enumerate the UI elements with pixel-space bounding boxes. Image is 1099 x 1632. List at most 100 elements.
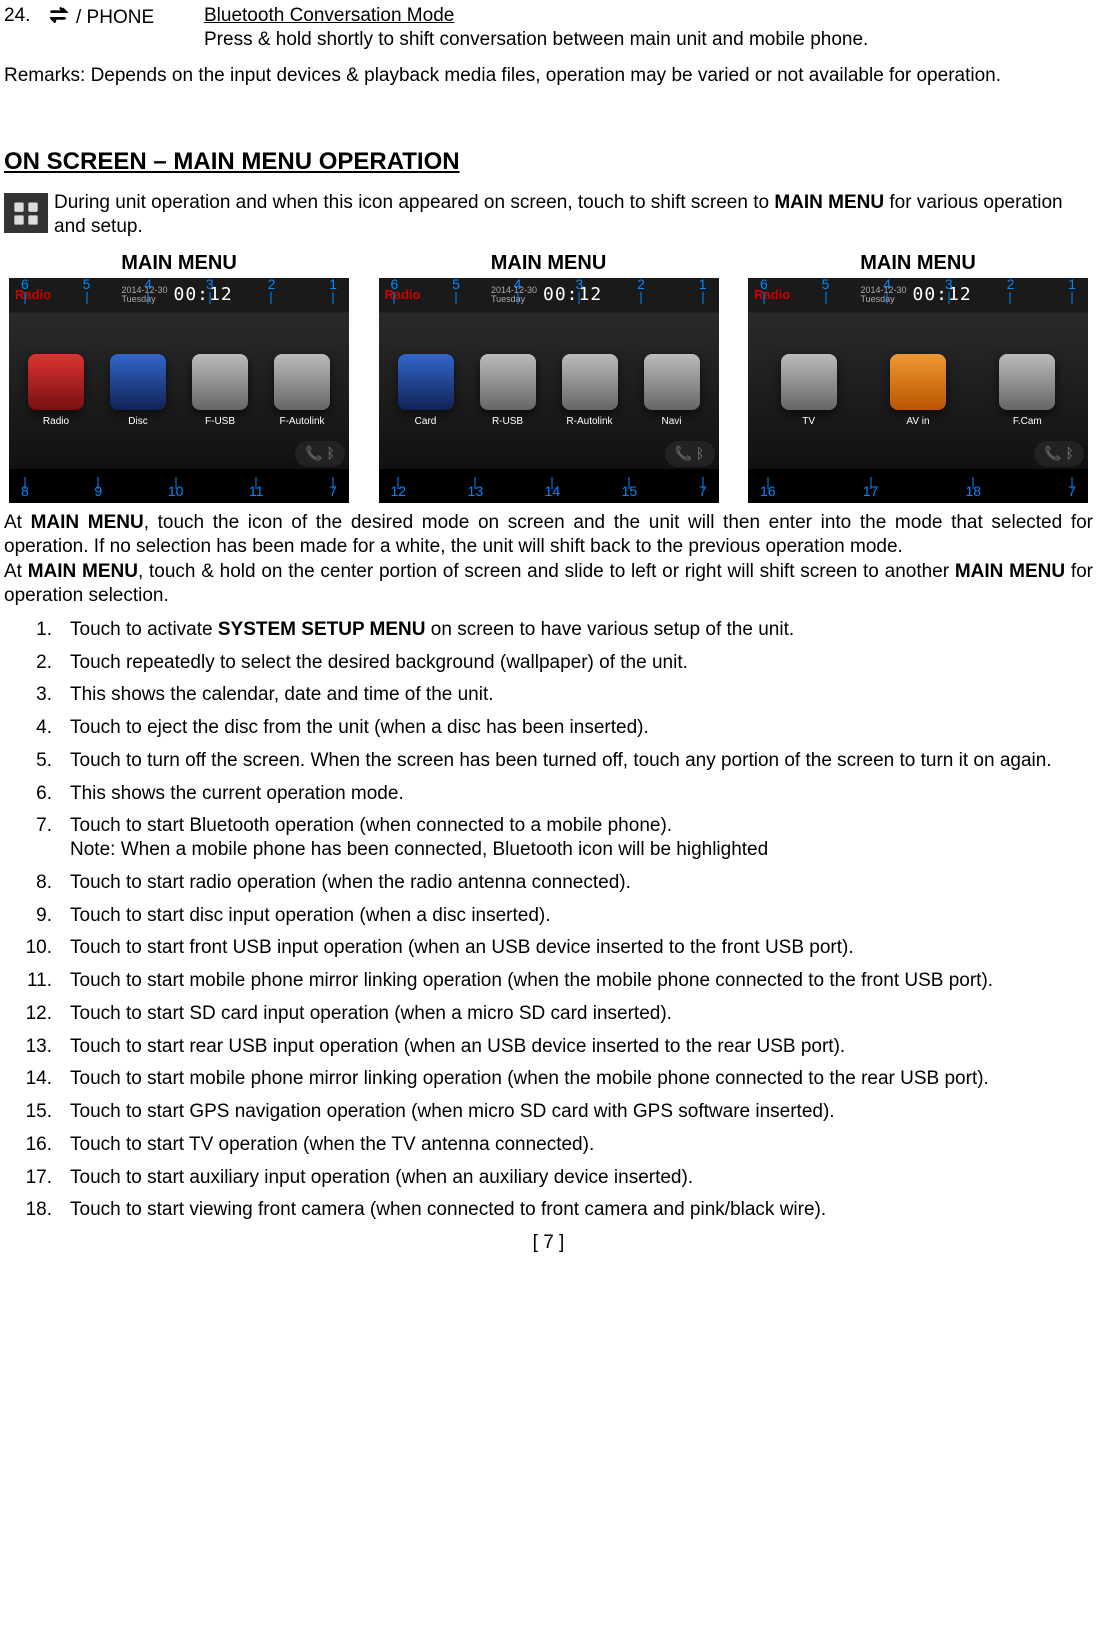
- list-text: Touch repeatedly to select the desired b…: [70, 651, 1093, 675]
- tile-label: Navi: [637, 416, 707, 429]
- callout-number: 10: [168, 483, 184, 505]
- app-tile[interactable]: R-Autolink: [555, 354, 625, 429]
- app-tile[interactable]: Card: [391, 354, 461, 429]
- list-text: Touch to turn off the screen. When the s…: [70, 749, 1093, 773]
- mm-intro-row: During unit operation and when this icon…: [4, 191, 1093, 239]
- tile-label: TV: [774, 416, 844, 429]
- list-item: 1.Touch to activate SYSTEM SETUP MENU on…: [4, 618, 1093, 642]
- list-text: Touch to start front USB input operation…: [70, 936, 1093, 960]
- p2bold2: MAIN MENU: [955, 561, 1065, 582]
- callout-number: 13: [468, 483, 484, 505]
- screenshot-3: 654321 Radio 2014-12-30Tuesday 00:12 TVA…: [748, 278, 1088, 503]
- list-item: 3.This shows the calendar, date and time…: [4, 683, 1093, 707]
- item-number: 24.: [4, 4, 46, 28]
- tile-icon: [110, 354, 166, 410]
- list-text: Touch to start mobile phone mirror linki…: [70, 969, 1093, 993]
- list-item: 7.Touch to start Bluetooth operation (wh…: [4, 814, 1093, 862]
- s3-topbar: Radio 2014-12-30Tuesday 00:12: [748, 278, 1088, 313]
- item-desc: Bluetooth Conversation Mode Press & hold…: [204, 4, 1093, 52]
- list-number: 18.: [4, 1198, 70, 1222]
- callout-number: 16: [760, 483, 776, 505]
- clock-label: 00:12: [912, 284, 971, 307]
- screenshot-3-label: MAIN MENU: [743, 251, 1093, 276]
- clock-label: 00:12: [173, 284, 232, 307]
- tile-icon: [274, 354, 330, 410]
- list-number: 3.: [4, 683, 70, 707]
- app-tile[interactable]: AV in: [883, 354, 953, 429]
- mode-label: Radio: [15, 287, 51, 303]
- app-tile[interactable]: TV: [774, 354, 844, 429]
- tile-icon: [999, 354, 1055, 410]
- para-2: At MAIN MENU, touch & hold on the center…: [4, 560, 1093, 608]
- item-24-row: 24. / PHONE Bluetooth Conversation Mode …: [4, 4, 1093, 52]
- date-label: 2014-12-30Tuesday: [860, 286, 906, 304]
- bt-phone-bar: 📞 ᛒ: [1034, 441, 1084, 467]
- tile-icon: [644, 354, 700, 410]
- screenshot-2-label: MAIN MENU: [374, 251, 724, 276]
- list-number: 15.: [4, 1100, 70, 1124]
- numbered-list: 1.Touch to activate SYSTEM SETUP MENU on…: [4, 618, 1093, 1222]
- bt-mode-title: Bluetooth Conversation Mode: [204, 5, 454, 26]
- list-item: 12.Touch to start SD card input operatio…: [4, 1002, 1093, 1026]
- app-tile[interactable]: F.Cam: [992, 354, 1062, 429]
- app-tile[interactable]: R-USB: [473, 354, 543, 429]
- phone-label: / PHONE: [76, 6, 154, 30]
- list-item: 13.Touch to start rear USB input operati…: [4, 1035, 1093, 1059]
- app-tile[interactable]: F-Autolink: [267, 354, 337, 429]
- swap-arrows-icon: [46, 4, 72, 32]
- s1-callouts-bot: 8910117: [9, 483, 349, 505]
- tile-label: R-USB: [473, 416, 543, 429]
- list-number: 13.: [4, 1035, 70, 1059]
- list-text: This shows the calendar, date and time o…: [70, 683, 1093, 707]
- tile-icon: [562, 354, 618, 410]
- screenshots-row: MAIN MENU 654321 Radio 2014-12-30Tuesday…: [4, 251, 1093, 503]
- list-number: 2.: [4, 651, 70, 675]
- list-text: Touch to start viewing front camera (whe…: [70, 1198, 1093, 1222]
- mm-intro-text: During unit operation and when this icon…: [54, 191, 1093, 239]
- callout-number: 12: [391, 483, 407, 505]
- list-number: 16.: [4, 1133, 70, 1157]
- s2-topbar: Radio 2014-12-30Tuesday 00:12: [379, 278, 719, 313]
- callout-number: 7: [1068, 483, 1076, 505]
- clock-label: 00:12: [543, 284, 602, 307]
- callout-number: 18: [965, 483, 981, 505]
- s2-callouts-bot: 12 13 14 15 7: [379, 483, 719, 505]
- p1a: At: [4, 512, 31, 533]
- tile-label: Disc: [103, 416, 173, 429]
- tile-label: F.Cam: [992, 416, 1062, 429]
- list-note: Note: When a mobile phone has been conne…: [70, 839, 768, 860]
- tile-icon: [28, 354, 84, 410]
- mm-intro-a: During unit operation and when this icon…: [54, 192, 774, 213]
- list-number: 8.: [4, 871, 70, 895]
- list-text: Touch to start auxiliary input operation…: [70, 1166, 1093, 1190]
- list-item: 11.Touch to start mobile phone mirror li…: [4, 969, 1093, 993]
- callout-number: 8: [21, 483, 29, 505]
- list-number: 12.: [4, 1002, 70, 1026]
- p2a: At: [4, 561, 28, 582]
- s1-topbar: Radio 2014-12-30Tuesday 00:12: [9, 278, 349, 313]
- tile-icon: [192, 354, 248, 410]
- callout-number: 7: [699, 483, 707, 505]
- callout-number: 14: [545, 483, 561, 505]
- app-tile[interactable]: Disc: [103, 354, 173, 429]
- app-tile[interactable]: Radio: [21, 354, 91, 429]
- list-item: 17.Touch to start auxiliary input operat…: [4, 1166, 1093, 1190]
- list-text: Touch to eject the disc from the unit (w…: [70, 716, 1093, 740]
- list-number: 17.: [4, 1166, 70, 1190]
- mode-label: Radio: [385, 287, 421, 303]
- app-tile[interactable]: F-USB: [185, 354, 255, 429]
- bt-phone-bar: 📞 ᛒ: [665, 441, 715, 467]
- callout-number: 11: [249, 483, 264, 505]
- p1bold: MAIN MENU: [31, 512, 144, 533]
- list-text: Touch to start Bluetooth operation (when…: [70, 814, 1093, 862]
- list-text: Touch to start mobile phone mirror linki…: [70, 1067, 1093, 1091]
- tile-label: R-Autolink: [555, 416, 625, 429]
- list-number: 7.: [4, 814, 70, 862]
- tile-label: Card: [391, 416, 461, 429]
- app-tile[interactable]: Navi: [637, 354, 707, 429]
- bt-mode-desc: Press & hold shortly to shift conversati…: [204, 28, 1093, 52]
- list-item: 15.Touch to start GPS navigation operati…: [4, 1100, 1093, 1124]
- list-number: 14.: [4, 1067, 70, 1091]
- callout-number: 15: [622, 483, 638, 505]
- para-1: At MAIN MENU, touch the icon of the desi…: [4, 511, 1093, 559]
